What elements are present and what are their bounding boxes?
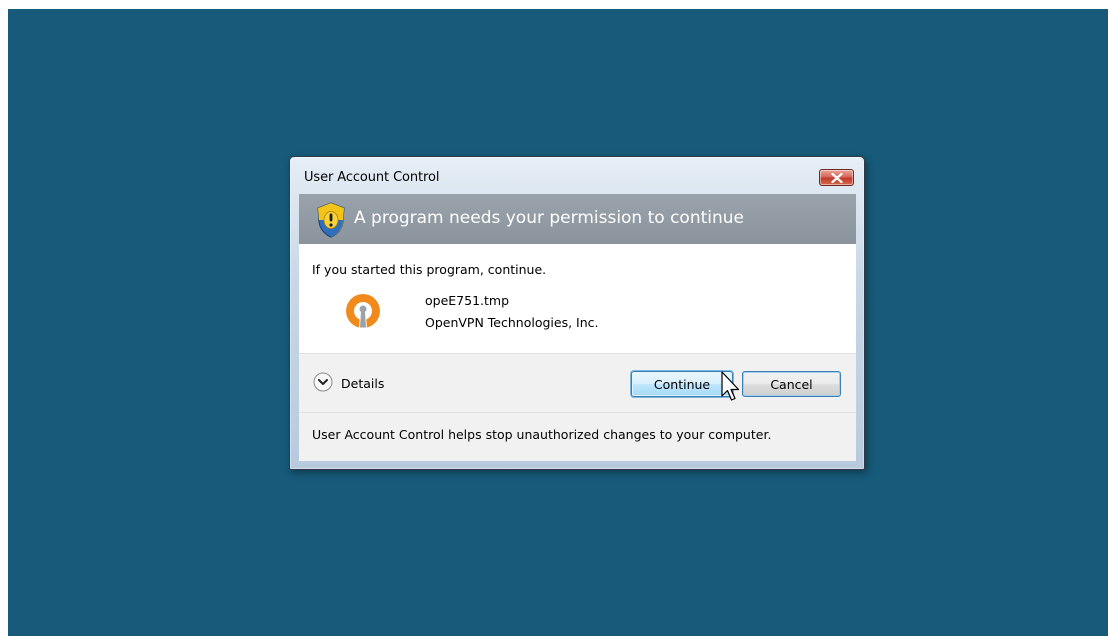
permission-banner: A program needs your permission to conti… — [299, 194, 856, 244]
window-title: User Account Control — [304, 170, 440, 185]
action-bar: Details Continue Cancel — [299, 353, 856, 412]
program-name: opeE751.tmp — [425, 293, 510, 308]
chevron-down-icon — [313, 372, 333, 392]
content-area: If you started this program, continue. o… — [299, 244, 856, 353]
title-bar: User Account Control — [290, 157, 864, 191]
cancel-button[interactable]: Cancel — [742, 371, 841, 397]
uac-dialog: User Account Control A program needs you… — [289, 156, 865, 470]
close-button[interactable] — [819, 169, 854, 186]
close-icon — [831, 173, 843, 183]
program-publisher: OpenVPN Technologies, Inc. — [425, 315, 599, 330]
mouse-cursor-icon — [721, 371, 740, 401]
banner-title: A program needs your permission to conti… — [354, 208, 745, 228]
openvpn-icon — [346, 294, 380, 329]
footer-text: User Account Control helps stop unauthor… — [312, 427, 772, 442]
intro-text: If you started this program, continue. — [312, 262, 547, 277]
uac-shield-icon — [317, 202, 345, 238]
details-label: Details — [341, 376, 385, 391]
continue-button[interactable]: Continue — [631, 371, 733, 397]
footer-bar: User Account Control helps stop unauthor… — [299, 412, 856, 461]
